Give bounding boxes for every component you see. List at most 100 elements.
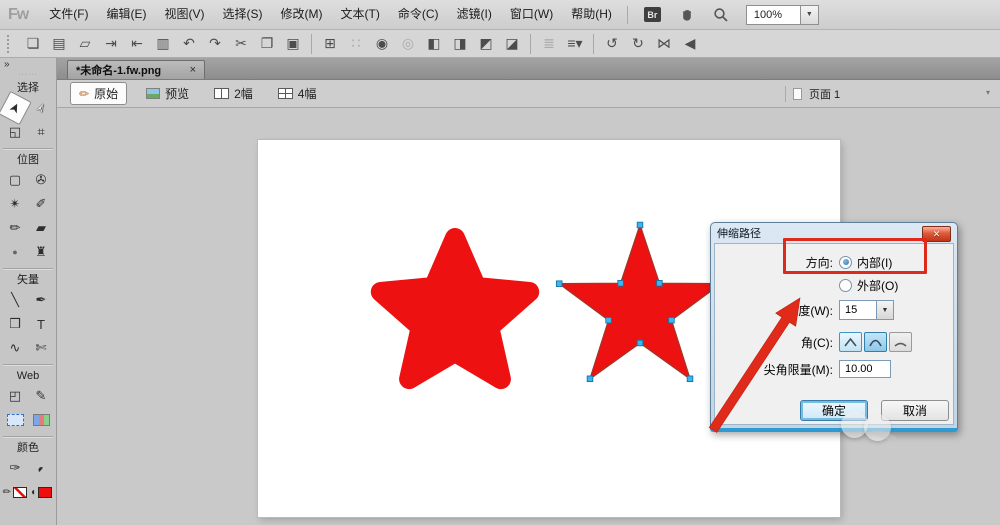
menu-filters[interactable]: 滤镜(I) xyxy=(448,0,501,29)
nine-slice-icon[interactable]: ⊞ xyxy=(317,33,343,55)
marquee-tool[interactable]: ▢ xyxy=(2,168,28,192)
panel-grip: ······ xyxy=(0,72,56,80)
rotate-cw-icon[interactable]: ↻ xyxy=(625,33,651,55)
pencil-icon xyxy=(79,87,89,101)
view-preview[interactable]: 预览 xyxy=(140,83,195,104)
new-document-icon[interactable]: ❏ xyxy=(20,33,46,55)
send-to-back-icon[interactable]: ◪ xyxy=(499,33,525,55)
zoom-tool-icon[interactable] xyxy=(713,7,729,23)
chevron-down-icon[interactable]: ▼ xyxy=(877,300,894,320)
bevel-corner-button[interactable] xyxy=(889,332,912,352)
fireworks-window: Fw 文件(F)编辑(E)视图(V)选择(S)修改(M)文本(T)命令(C)滤镜… xyxy=(0,0,1000,525)
hand-tool-icon[interactable] xyxy=(680,7,695,22)
viewbar-separator xyxy=(785,86,786,102)
blur-tool[interactable]: ● xyxy=(2,240,28,264)
slice-tool[interactable]: ✎ xyxy=(28,384,54,408)
paste-icon[interactable]: ▣ xyxy=(280,33,306,55)
scale-tool[interactable]: ◱ xyxy=(2,120,28,144)
four-up-icon xyxy=(278,88,293,99)
zoom-level-value: 100% xyxy=(747,9,800,21)
union-icon[interactable]: ◉ xyxy=(369,33,395,55)
round-corner-button[interactable] xyxy=(864,332,887,352)
crop-tool[interactable]: ⌗ xyxy=(28,120,54,144)
redo-icon[interactable]: ↷ xyxy=(202,33,228,55)
flip-horizontal-icon[interactable]: ⋈ xyxy=(651,33,677,55)
cut-icon[interactable]: ✂ xyxy=(228,33,254,55)
chevron-down-icon[interactable]: ▾ xyxy=(986,88,990,97)
open-icon[interactable]: ▱ xyxy=(72,33,98,55)
document-tabbar: *未命名-1.fw.png × xyxy=(57,58,1000,80)
bring-to-front-icon[interactable]: ◧ xyxy=(421,33,447,55)
toolbar-separator xyxy=(311,34,312,54)
fill-color-tool[interactable]: ◖ xyxy=(28,480,54,504)
view-two-up[interactable]: 2幅 xyxy=(208,83,259,104)
undo-icon[interactable]: ↶ xyxy=(176,33,202,55)
menu-text[interactable]: 文本(T) xyxy=(332,0,389,29)
menu-help[interactable]: 帮助(H) xyxy=(562,0,621,29)
bring-forward-icon[interactable]: ◨ xyxy=(447,33,473,55)
hotspot-tool[interactable]: ◰ xyxy=(2,384,28,408)
freeform-tool[interactable]: ∿ xyxy=(2,336,28,360)
section-divider xyxy=(3,436,53,437)
rubber-stamp-tool[interactable]: ♜ xyxy=(28,240,54,264)
page-indicator[interactable]: 页面 1 xyxy=(785,80,840,107)
page-icon xyxy=(793,88,802,100)
tool-grid: ✑◖✏◖ xyxy=(0,456,56,504)
distribute-icon[interactable]: ≣ xyxy=(536,33,562,55)
tool-section-label: 位图 xyxy=(0,152,56,168)
align-icon[interactable]: ≡▾ xyxy=(562,33,588,55)
rotate-ccw-icon[interactable]: ↺ xyxy=(599,33,625,55)
send-backward-icon[interactable]: ◩ xyxy=(473,33,499,55)
pen-tool[interactable]: ✒ xyxy=(28,288,54,312)
swap-image-icon[interactable]: ∷ xyxy=(343,33,369,55)
zoom-level-select[interactable]: 100% ▼ xyxy=(746,5,819,25)
copy-icon[interactable]: ❐ xyxy=(254,33,280,55)
shape-tool[interactable]: ❒ xyxy=(2,312,28,336)
knife-tool[interactable]: ✄ xyxy=(28,336,54,360)
close-icon[interactable]: × xyxy=(190,64,196,76)
radio-outside[interactable] xyxy=(839,279,852,292)
width-input[interactable] xyxy=(839,300,877,320)
cancel-button[interactable]: 取消 xyxy=(881,400,949,421)
miter-limit-input[interactable] xyxy=(839,360,891,378)
hide-slices-tool[interactable] xyxy=(2,408,28,432)
menu-items: 文件(F)编辑(E)视图(V)选择(S)修改(M)文本(T)命令(C)滤镜(I)… xyxy=(40,0,621,29)
menu-select[interactable]: 选择(S) xyxy=(214,0,272,29)
menu-edit[interactable]: 编辑(E) xyxy=(98,0,156,29)
stroke-color-tool[interactable]: ✏ xyxy=(2,480,28,504)
menu-modify[interactable]: 修改(M) xyxy=(272,0,332,29)
intersect-icon[interactable]: ◎ xyxy=(395,33,421,55)
annotation-highlight-box xyxy=(783,238,927,274)
width-combobox: ▼ xyxy=(839,300,894,320)
tool-grid: ▢✇✴✐✏▰●♜ xyxy=(0,168,56,264)
flip-vertical-icon[interactable]: ◀ xyxy=(677,33,703,55)
chevron-down-icon[interactable]: ▼ xyxy=(800,6,818,24)
import-icon[interactable]: ⇥ xyxy=(98,33,124,55)
show-slices-tool[interactable] xyxy=(28,408,54,432)
miter-corner-button[interactable] xyxy=(839,332,862,352)
brush-tool[interactable]: ✐ xyxy=(28,192,54,216)
menu-commands[interactable]: 命令(C) xyxy=(389,0,448,29)
save-icon[interactable]: ▤ xyxy=(46,33,72,55)
magic-wand-tool[interactable]: ✴ xyxy=(2,192,28,216)
text-tool[interactable]: T xyxy=(28,312,54,336)
export-icon[interactable]: ⇤ xyxy=(124,33,150,55)
print-icon[interactable]: ▥ xyxy=(150,33,176,55)
preview-icon xyxy=(146,88,160,99)
section-divider xyxy=(3,364,53,365)
lasso-tool[interactable]: ✇ xyxy=(28,168,54,192)
line-tool[interactable]: ╲ xyxy=(2,288,28,312)
view-four-up[interactable]: 4幅 xyxy=(272,83,323,104)
main-toolbar: ❏▤▱⇥⇤▥↶↷✂❐▣ ⊞∷◉◎◧◨◩◪ ≣≡▾ ↺↻⋈◀ xyxy=(0,30,1000,58)
radio-outside-label[interactable]: 外部(O) xyxy=(857,277,898,294)
panel-collapse-button[interactable]: » xyxy=(0,58,56,72)
bridge-icon[interactable]: Br xyxy=(644,7,661,22)
eraser-tool[interactable]: ▰ xyxy=(28,216,54,240)
pencil-tool[interactable]: ✏ xyxy=(2,216,28,240)
menu-window[interactable]: 窗口(W) xyxy=(501,0,562,29)
section-divider xyxy=(3,148,53,149)
view-original[interactable]: 原始 xyxy=(70,82,127,105)
menu-view[interactable]: 视图(V) xyxy=(156,0,214,29)
menu-file[interactable]: 文件(F) xyxy=(40,0,97,29)
document-tab[interactable]: *未命名-1.fw.png × xyxy=(67,60,205,79)
